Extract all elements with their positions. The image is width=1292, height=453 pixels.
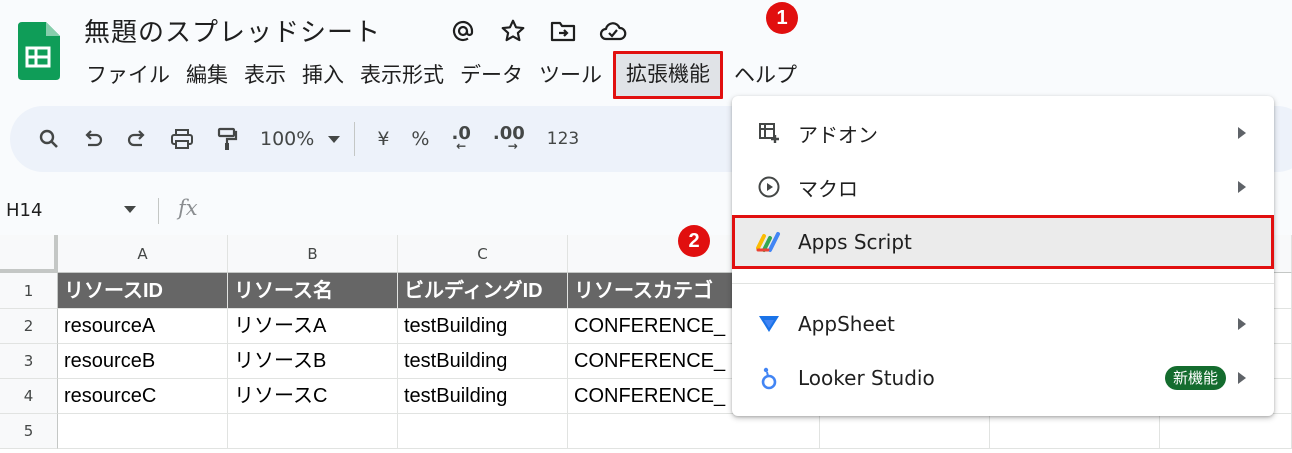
name-box[interactable]: H14 [6, 200, 42, 221]
column-header-a[interactable]: A [58, 235, 228, 273]
row-header-4[interactable]: 4 [0, 379, 58, 414]
menu-insert[interactable]: 挿入 [294, 59, 352, 91]
undo-icon[interactable] [82, 119, 104, 159]
menu-help[interactable]: ヘルプ [726, 59, 805, 91]
menu-item-addons[interactable]: アドオン [732, 106, 1274, 160]
title-icons [448, 16, 628, 46]
row-header-5[interactable]: 5 [0, 414, 58, 449]
sheets-logo-icon[interactable] [14, 22, 60, 80]
menu-item-label: AppSheet [798, 312, 895, 336]
cell-c1[interactable]: ビルディングID [398, 273, 568, 309]
toolbar-divider [354, 122, 356, 156]
arrow-left-icon: ← [456, 139, 467, 153]
row-header-3[interactable]: 3 [0, 344, 58, 379]
number-format-button[interactable]: 123 [547, 119, 579, 159]
print-icon[interactable] [170, 119, 194, 159]
cell-a5[interactable] [58, 414, 228, 449]
move-to-folder-icon[interactable] [548, 16, 578, 46]
menu-extensions[interactable]: 拡張機能 [613, 51, 723, 99]
cell-e5[interactable] [820, 414, 990, 449]
step-marker-2: 2 [678, 225, 710, 257]
currency-format-button[interactable]: ¥ [377, 119, 389, 159]
cell-f5[interactable] [990, 414, 1160, 449]
cell-g5[interactable] [1160, 414, 1292, 449]
menu-item-macros[interactable]: マクロ [732, 160, 1274, 214]
menu-divider [732, 283, 1274, 284]
column-header-c[interactable]: C [398, 235, 568, 273]
zoom-select[interactable]: 100% [260, 119, 341, 159]
extensions-menu: アドオン マクロ Apps Script AppSheet Looker Stu… [732, 96, 1274, 416]
addon-icon [756, 120, 782, 146]
cell-b5[interactable] [228, 414, 398, 449]
macro-play-icon [756, 174, 782, 200]
cell-a2[interactable]: resourceA [58, 309, 228, 344]
percent-format-button[interactable]: % [411, 119, 429, 159]
name-box-chevron-icon[interactable] [124, 206, 136, 213]
cell-b3[interactable]: リソースB [228, 344, 398, 379]
arrow-right-icon: → [507, 139, 518, 153]
cell-c4[interactable]: testBuilding [398, 379, 568, 414]
search-menus-icon[interactable] [38, 119, 60, 159]
looker-studio-icon [756, 365, 782, 391]
select-all-corner[interactable] [0, 235, 58, 273]
document-title[interactable]: 無題のスプレッドシート [84, 12, 381, 49]
step-marker-1: 1 [766, 2, 798, 34]
paint-format-icon[interactable] [216, 119, 238, 159]
menu-format[interactable]: 表示形式 [352, 59, 452, 91]
row-header-1[interactable]: 1 [0, 273, 58, 309]
fx-icon: fx [178, 196, 198, 220]
menu-file[interactable]: ファイル [84, 59, 178, 91]
menu-item-label: Looker Studio [798, 366, 935, 390]
menu-item-label: マクロ [798, 176, 858, 201]
formula-bar-divider [158, 198, 159, 224]
cell-a4[interactable]: resourceC [58, 379, 228, 414]
cell-c3[interactable]: testBuilding [398, 344, 568, 379]
menu-view[interactable]: 表示 [236, 59, 294, 91]
menu-item-label: アドオン [798, 122, 878, 147]
new-feature-badge: 新機能 [1164, 366, 1226, 390]
menubar: ファイル 編集 表示 挿入 表示形式 データ ツール 拡張機能 ヘルプ [84, 51, 805, 99]
menu-item-apps-script[interactable]: Apps Script [732, 215, 1274, 269]
submenu-arrow-icon [1238, 127, 1246, 139]
decrease-decimal-button[interactable]: .0 ← [451, 119, 470, 159]
at-mention-icon[interactable] [448, 16, 478, 46]
appsheet-icon [756, 311, 782, 337]
menu-tools[interactable]: ツール [531, 59, 610, 91]
submenu-arrow-icon [1238, 372, 1246, 384]
cell-c5[interactable] [398, 414, 568, 449]
cell-b1[interactable]: リソース名 [228, 273, 398, 309]
increase-decimal-button[interactable]: .00 → [493, 119, 525, 159]
chevron-down-icon [328, 135, 341, 143]
redo-icon[interactable] [126, 119, 148, 159]
cloud-saved-icon[interactable] [598, 16, 628, 46]
cell-c2[interactable]: testBuilding [398, 309, 568, 344]
menu-edit[interactable]: 編集 [178, 59, 236, 91]
cell-a3[interactable]: resourceB [58, 344, 228, 379]
cell-b2[interactable]: リソースA [228, 309, 398, 344]
menu-item-appsheet[interactable]: AppSheet [732, 297, 1274, 351]
cell-d5[interactable] [568, 414, 820, 449]
submenu-arrow-icon [1238, 318, 1246, 330]
row-header-2[interactable]: 2 [0, 309, 58, 344]
star-icon[interactable] [498, 16, 528, 46]
apps-script-icon [756, 229, 782, 255]
cell-b4[interactable]: リソースC [228, 379, 398, 414]
zoom-value: 100% [260, 128, 315, 150]
cell-a1[interactable]: リソースID [58, 273, 228, 309]
menu-item-label: Apps Script [798, 230, 912, 254]
menu-data[interactable]: データ [452, 59, 531, 91]
column-header-b[interactable]: B [228, 235, 398, 273]
submenu-arrow-icon [1238, 181, 1246, 193]
menu-item-looker-studio[interactable]: Looker Studio 新機能 [732, 351, 1274, 405]
